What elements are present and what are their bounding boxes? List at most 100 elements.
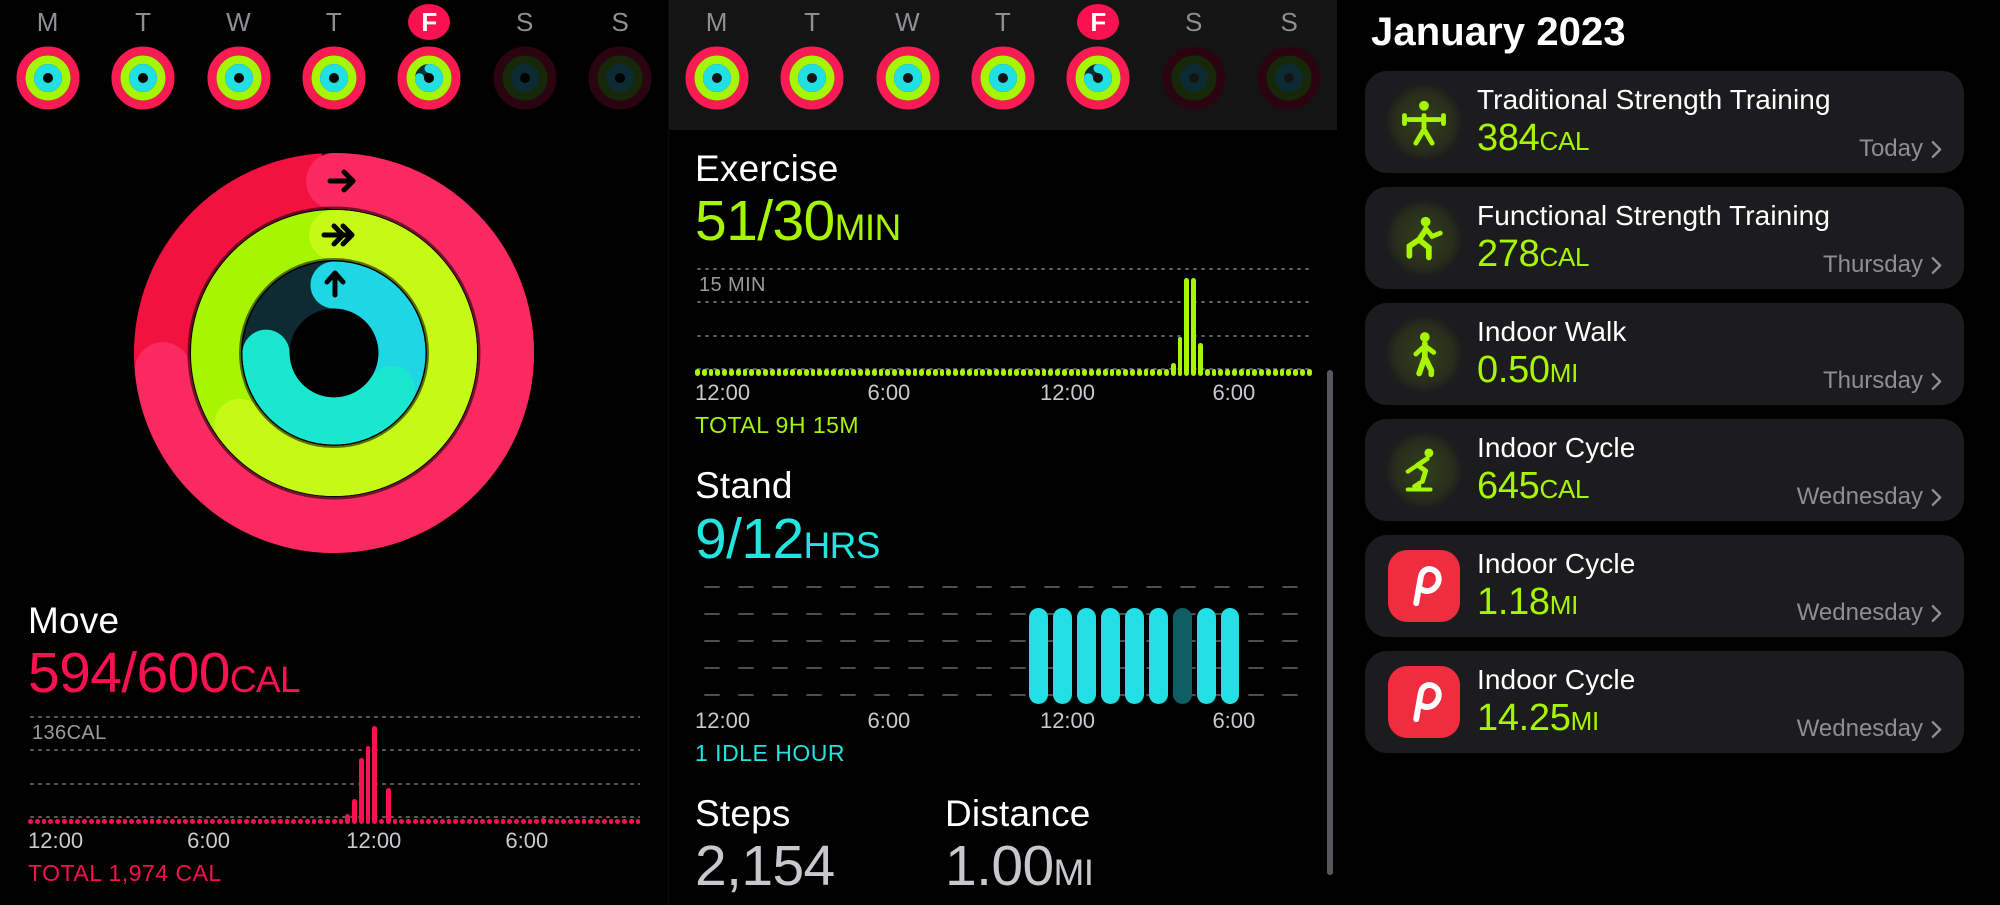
chart-bar <box>136 819 141 825</box>
day-column-m-0[interactable]: M <box>669 4 764 117</box>
exercise-label: Exercise <box>695 148 839 189</box>
chart-bar <box>331 819 337 825</box>
day-column-f-4[interactable]: F <box>382 4 477 117</box>
exercise-value: 51/30MIN <box>695 189 1311 254</box>
day-column-s-5[interactable]: S <box>1146 4 1241 117</box>
workout-card[interactable]: Traditional Strength Training 384CAL Today <box>1365 71 1964 173</box>
day-rings-icon <box>491 44 559 117</box>
chart-bar <box>561 819 566 825</box>
day-column-s-5[interactable]: S <box>477 4 572 117</box>
chart-bar <box>109 819 114 825</box>
page-title: January 2023 <box>1371 10 1626 54</box>
chart-bar <box>742 369 748 377</box>
day-column-s-6[interactable]: S <box>573 4 668 117</box>
chart-bar <box>912 369 918 377</box>
stand-value: 9/12HRS <box>695 507 1311 572</box>
stand-hour-bar <box>814 699 833 704</box>
stand-section[interactable]: Stand 9/12HRS 12:00 6:00 12:00 6:00 1 IDLE … <box>695 465 1311 766</box>
details-panel: M T W T F S S Exercise 51/30MIN 15 MIN 12:00 6:… <box>668 0 1337 905</box>
day-column-t-1[interactable]: T <box>95 4 190 117</box>
chart-bar <box>1157 369 1162 377</box>
chart-bar <box>574 819 580 825</box>
x-axis-tick: 12:00 <box>1039 707 1096 733</box>
stand-hour-bar <box>767 699 786 704</box>
chart-bar <box>1245 369 1251 377</box>
chart-bar <box>365 746 371 825</box>
peloton-app-icon <box>1385 663 1463 741</box>
chevron-right-icon <box>1931 488 1942 507</box>
distance-cell[interactable]: Distance 1.00MI <box>945 793 1195 899</box>
details-scrollbar[interactable] <box>1327 370 1333 875</box>
chart-bar <box>1259 369 1264 377</box>
workout-list[interactable]: Traditional Strength Training 384CAL Today… <box>1365 71 1964 753</box>
workout-title: Indoor Cycle <box>1477 432 1636 464</box>
workout-card[interactable]: Indoor Cycle 1.18MI Wednesday <box>1365 535 1964 637</box>
chart-bar <box>487 819 492 825</box>
chart-bar <box>102 819 107 825</box>
move-summary-block[interactable]: Move 594/600CAL 136CAL 12:00 6:00 12:00 6:0… <box>28 600 641 887</box>
day-label: T <box>135 7 152 37</box>
day-column-t-1[interactable]: T <box>764 4 859 117</box>
day-label: T <box>994 7 1012 37</box>
chart-bar <box>715 369 721 377</box>
day-column-m-0[interactable]: M <box>0 4 95 117</box>
chart-bar <box>473 819 479 825</box>
workout-value-unit: MI <box>1570 706 1600 737</box>
stand-chart-total: 1 IDLE HOUR <box>695 739 845 766</box>
exercise-chart[interactable]: 15 MIN <box>695 268 1312 377</box>
chart-bar <box>1082 369 1088 377</box>
chart-bar <box>932 369 938 377</box>
activity-rings-hero[interactable] <box>0 130 668 575</box>
chart-bar <box>122 819 128 825</box>
workout-card[interactable]: Functional Strength Training 278CAL Thursd… <box>1365 187 1964 289</box>
chart-bar <box>230 819 236 825</box>
chart-bar <box>311 819 317 825</box>
chart-bar <box>527 819 533 825</box>
workout-text: Indoor Walk 0.50MI <box>1477 315 1823 393</box>
chart-bar <box>1184 278 1190 377</box>
move-chart[interactable]: 136CAL <box>28 716 641 825</box>
chart-bar <box>277 819 283 825</box>
chevron-right-icon <box>1931 720 1942 739</box>
day-column-w-2[interactable]: W <box>191 4 286 117</box>
chart-bar <box>426 819 431 825</box>
day-column-s-6[interactable]: S <box>1242 4 1337 117</box>
chart-bar <box>1136 369 1142 377</box>
steps-distance-row[interactable]: Steps 2,154 Distance 1.00MI <box>695 793 1311 899</box>
move-chart-ticks: 12:00 6:00 12:00 6:00 <box>28 828 640 858</box>
week-strip-left[interactable]: MTWTFSS <box>0 0 668 130</box>
x-axis-tick: 6:00 <box>1212 380 1256 406</box>
workout-card[interactable]: Indoor Cycle 645CAL Wednesday <box>1365 419 1964 521</box>
day-column-t-3[interactable]: T <box>286 4 381 117</box>
stand-chart[interactable] <box>695 585 1311 704</box>
day-label-today: F <box>408 4 451 40</box>
exercise-section[interactable]: Exercise 51/30MIN 15 MIN 12:00 6:00 12:00 6… <box>695 148 1312 439</box>
chart-bar <box>1048 369 1054 377</box>
chart-bar <box>885 369 891 377</box>
stand-value-unit: HRS <box>803 524 881 566</box>
steps-cell[interactable]: Steps 2,154 <box>695 793 945 899</box>
chart-bar <box>728 369 734 377</box>
day-column-w-2[interactable]: W <box>860 4 955 117</box>
day-rings-icon <box>1160 44 1228 117</box>
day-column-f-4[interactable]: F <box>1051 4 1146 117</box>
distance-value-unit: MI <box>1053 852 1095 894</box>
day-column-t-3[interactable]: T <box>955 4 1050 117</box>
x-axis-tick: 6:00 <box>505 828 549 854</box>
chart-bar <box>412 819 418 825</box>
chart-bar <box>1286 369 1292 377</box>
workout-card[interactable]: Indoor Cycle 14.25MI Wednesday <box>1365 651 1964 753</box>
workout-title: Indoor Cycle <box>1477 664 1636 696</box>
workout-card[interactable]: Indoor Walk 0.50MI Thursday <box>1365 303 1964 405</box>
week-strip-mid[interactable]: MTWTFSS <box>669 0 1337 130</box>
stand-hour-bar <box>743 699 762 704</box>
chart-bar <box>1062 369 1067 377</box>
chart-bar <box>1231 369 1237 377</box>
chart-bar <box>953 369 959 377</box>
chart-bar <box>871 369 877 377</box>
steps-value: 2,154 <box>695 834 835 899</box>
stand-hour-bar <box>719 699 738 704</box>
workout-value-number: 1.18 <box>1477 581 1550 624</box>
stand-hour-bar <box>1053 607 1073 704</box>
chart-bar <box>851 369 857 377</box>
